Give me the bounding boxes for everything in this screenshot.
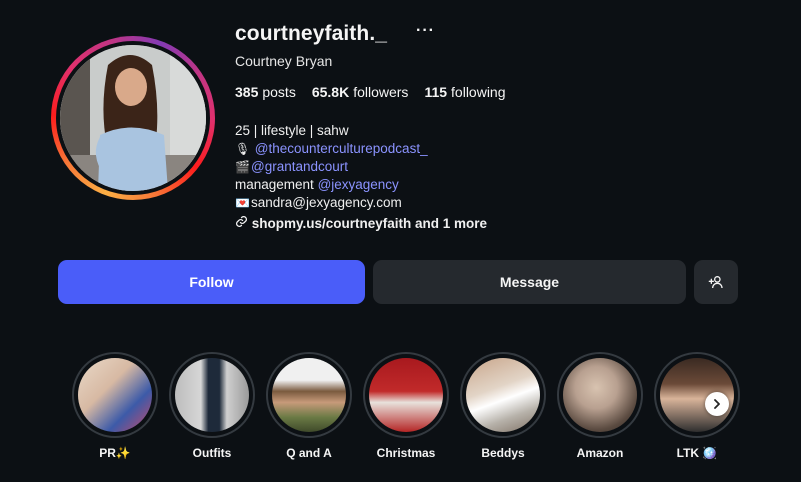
- management-handle-link[interactable]: @jexyagency: [318, 177, 399, 192]
- highlight-item[interactable]: Q and A: [266, 352, 352, 460]
- bio-line-podcast: 🎙 @thecounterculturepodcast_: [235, 140, 487, 158]
- posts-count: 385: [235, 84, 259, 100]
- highlight-item[interactable]: PR✨: [72, 352, 158, 460]
- bio-line-court: 🎬@grantandcourt: [235, 158, 487, 176]
- profile-avatar: [60, 45, 206, 191]
- clapper-board-icon: 🎬: [235, 160, 250, 174]
- podcast-handle-link[interactable]: @thecounterculturepodcast_: [255, 141, 428, 156]
- highlight-label: Beddys: [481, 446, 525, 460]
- highlight-thumbnail: [563, 358, 637, 432]
- profile-stats: 385 posts 65.8K followers 115 following: [235, 84, 506, 100]
- highlight-item[interactable]: Outfits: [169, 352, 255, 460]
- highlight-item[interactable]: Amazon: [557, 352, 643, 460]
- following-stat[interactable]: 115 following: [424, 84, 505, 100]
- love-letter-icon: 💌: [235, 196, 250, 210]
- microphone-icon: 🎙: [235, 142, 251, 156]
- posts-label: posts: [262, 84, 296, 100]
- followers-count: 65.8K: [311, 84, 350, 100]
- highlight-thumbnail: [466, 358, 540, 432]
- external-link-text: shopmy.us/courtneyfaith and 1 more: [251, 216, 488, 231]
- profile-username: courtneyfaith._: [235, 22, 388, 45]
- highlight-cover[interactable]: [557, 352, 643, 438]
- highlight-thumbnail: [272, 358, 346, 432]
- bio-line-tagline: 25 | lifestyle | sahw: [235, 123, 349, 138]
- posts-stat: 385 posts: [235, 84, 296, 100]
- highlight-cover[interactable]: [363, 352, 449, 438]
- followers-label: followers: [353, 84, 409, 100]
- following-label: following: [451, 84, 506, 100]
- options-icon[interactable]: ···: [416, 22, 435, 40]
- highlight-cover[interactable]: [460, 352, 546, 438]
- avatar-photo-illustration: [60, 45, 206, 191]
- highlight-thumbnail: [78, 358, 152, 432]
- chevron-right-icon: [714, 399, 720, 409]
- external-link[interactable]: shopmy.us/courtneyfaith and 1 more: [235, 215, 487, 233]
- followers-stat[interactable]: 65.8K followers: [312, 84, 409, 100]
- follow-button[interactable]: Follow: [58, 260, 365, 304]
- highlight-label: LTK 🪩: [676, 446, 718, 460]
- highlight-cover[interactable]: [654, 352, 740, 438]
- highlight-label: PR✨: [99, 446, 131, 460]
- profile-full-name: Courtney Bryan: [235, 53, 333, 69]
- highlight-label: Amazon: [576, 446, 624, 460]
- profile-bio: 25 | lifestyle | sahw 🎙 @thecountercultu…: [235, 122, 487, 233]
- link-icon: [236, 216, 247, 227]
- bio-line-email: 💌sandra@jexyagency.com: [235, 194, 487, 212]
- highlight-label: Q and A: [286, 446, 332, 460]
- highlight-cover[interactable]: [169, 352, 255, 438]
- message-button[interactable]: Message: [373, 260, 686, 304]
- bio-email: sandra@jexyagency.com: [251, 195, 402, 210]
- suggest-accounts-button[interactable]: [694, 260, 738, 304]
- highlight-item[interactable]: Christmas: [363, 352, 449, 460]
- add-person-icon: [708, 276, 723, 289]
- court-handle-link[interactable]: @grantandcourt: [251, 159, 348, 174]
- avatar-gap: [56, 41, 210, 195]
- highlight-item[interactable]: Beddys: [460, 352, 546, 460]
- highlight-label: Outfits: [192, 446, 232, 460]
- bio-line-management: management @jexyagency: [235, 176, 487, 194]
- highlight-thumbnail: [175, 358, 249, 432]
- profile-avatar-ring[interactable]: [51, 36, 215, 200]
- highlight-thumbnail: [369, 358, 443, 432]
- highlights-next-button[interactable]: [705, 392, 729, 416]
- management-prefix: management: [235, 177, 318, 192]
- highlight-cover[interactable]: [72, 352, 158, 438]
- highlight-cover[interactable]: [266, 352, 352, 438]
- highlight-label: Christmas: [376, 446, 436, 460]
- following-count: 115: [424, 84, 448, 100]
